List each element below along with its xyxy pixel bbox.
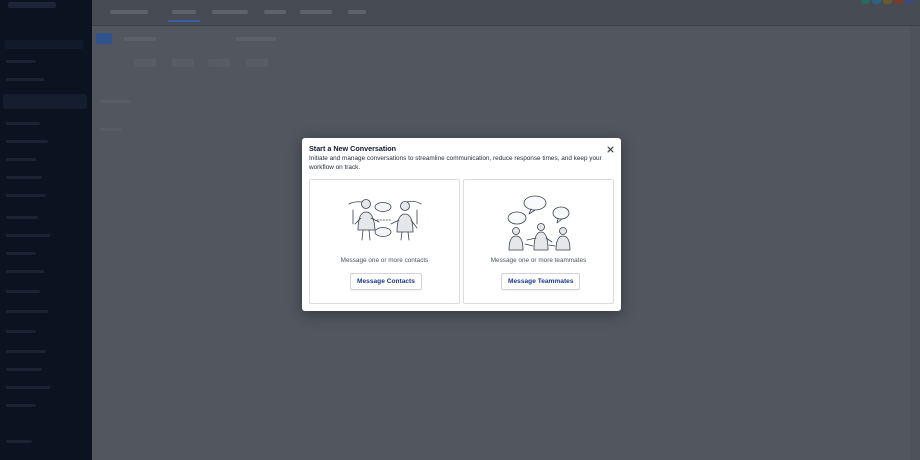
nav-item[interactable] [348, 10, 366, 14]
sidebar-item[interactable] [6, 176, 42, 179]
sidebar-item[interactable] [6, 122, 40, 125]
sidebar-item[interactable] [6, 252, 36, 255]
new-conversation-modal: Start a New Conversation Initiate and ma… [302, 138, 621, 311]
nav-item[interactable] [300, 10, 332, 14]
top-navbar [92, 0, 920, 26]
sidebar [0, 0, 93, 460]
sidebar-item[interactable] [6, 60, 36, 63]
list-item[interactable] [100, 128, 122, 131]
team-discussion-illustration [507, 195, 571, 251]
sidebar-search[interactable] [4, 40, 84, 49]
filter-tab[interactable] [124, 37, 156, 41]
sidebar-item[interactable] [6, 290, 40, 293]
teammates-card: Message one or more teammates Message Te… [463, 179, 614, 304]
sidebar-item-active[interactable] [3, 94, 87, 109]
nav-item[interactable] [172, 10, 196, 14]
sidebar-item[interactable] [6, 404, 36, 407]
app-logo [8, 2, 56, 8]
sidebar-item[interactable] [6, 78, 44, 81]
message-contacts-button[interactable]: Message Contacts [350, 273, 422, 290]
modal-title: Start a New Conversation [309, 144, 397, 153]
nav-item[interactable] [110, 10, 148, 14]
nav-item[interactable] [264, 10, 286, 14]
nav-item[interactable] [212, 10, 248, 14]
filter-tab[interactable] [236, 37, 276, 41]
two-people-talking-illustration [348, 199, 422, 241]
sidebar-item[interactable] [6, 368, 42, 371]
new-button[interactable] [96, 33, 112, 44]
sidebar-item[interactable] [6, 350, 46, 353]
sidebar-item[interactable] [6, 330, 36, 333]
sidebar-item[interactable] [6, 194, 46, 197]
filter-chip[interactable] [172, 59, 194, 67]
right-rail [910, 26, 920, 460]
filter-chip[interactable] [134, 59, 156, 67]
sidebar-item[interactable] [6, 140, 48, 143]
sidebar-item[interactable] [6, 234, 50, 237]
contacts-card: Message one or more contacts Message Con… [309, 179, 460, 304]
sidebar-item[interactable] [6, 386, 50, 389]
sidebar-item[interactable] [6, 310, 48, 313]
sidebar-item[interactable] [6, 216, 38, 219]
list-item[interactable] [100, 100, 130, 103]
user-avatars[interactable] [861, 0, 914, 4]
modal-description: Initiate and manage conversations to str… [309, 155, 602, 171]
close-button[interactable] [604, 143, 616, 155]
sidebar-item[interactable] [6, 270, 44, 273]
message-teammates-button[interactable]: Message Teammates [501, 273, 581, 290]
nav-active-indicator [168, 20, 200, 22]
contacts-card-text: Message one or more contacts [340, 257, 429, 264]
sidebar-item[interactable] [6, 440, 32, 443]
close-icon [606, 145, 614, 153]
filter-chip[interactable] [246, 59, 268, 67]
teammates-card-text: Message one or more teammates [490, 257, 587, 264]
sidebar-item[interactable] [6, 158, 36, 161]
filter-chip[interactable] [208, 59, 230, 67]
